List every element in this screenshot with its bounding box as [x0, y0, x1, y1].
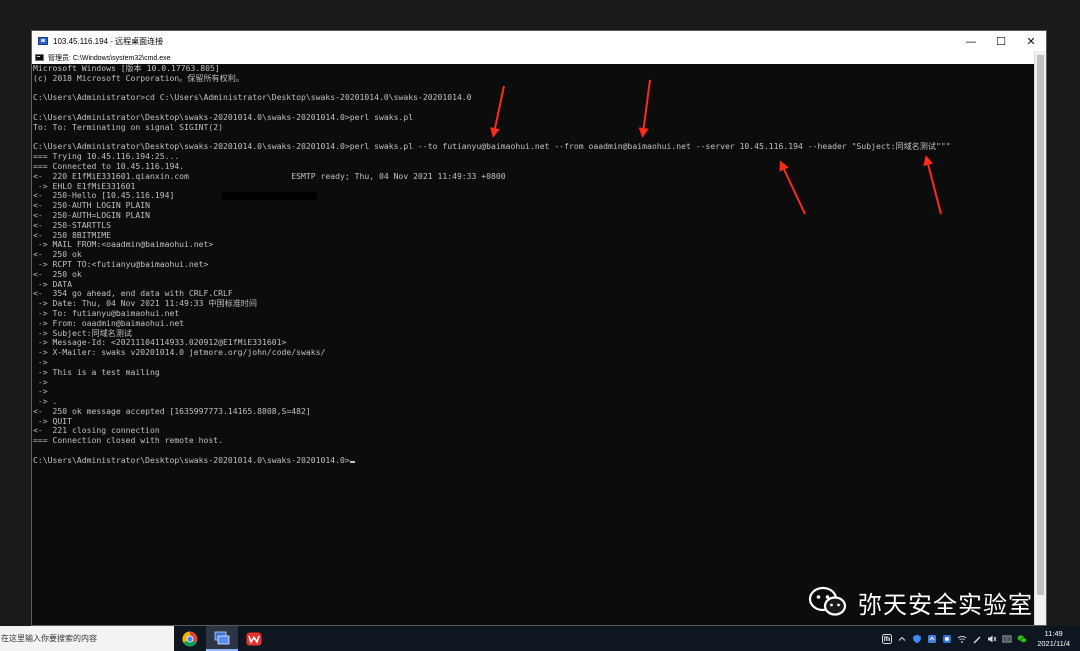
redaction-mark [221, 192, 318, 200]
watermark: 弥天安全实验室 [808, 582, 1033, 622]
rdp-window-title: 103.45.116.194 - 远程桌面连接 [53, 36, 164, 46]
remote-desktop-window: 103.45.116.194 - 远程桌面连接 — ☐ ✕ 管理员: C:\Wi… [31, 30, 1047, 626]
console-line: -> RCPT TO:<futianyu@baimaohui.net> [33, 258, 209, 269]
console-line: -> From: oaadmin@baimaohui.net [33, 317, 185, 328]
console-line: (c) 2018 Microsoft Corporation。保留所有权利。 [33, 72, 244, 83]
remote-desktop-icon [214, 631, 230, 644]
console-output[interactable]: Microsoft Windows [版本 10.0.17763.805] (c)… [33, 64, 1034, 625]
minimize-button[interactable]: — [956, 31, 986, 51]
console-line: -> Date: Thu, 04 Nov 2021 11:49:33 中国标准时… [33, 298, 257, 309]
cmd-window[interactable]: 管理员: C:\Windows\system32\cmd.exe Microso… [32, 51, 1034, 625]
taskbar-remote-desktop[interactable] [206, 626, 238, 651]
app-icon[interactable] [942, 634, 952, 644]
console-line: <- 250 ok [33, 268, 82, 279]
console-line: -> EHLO E1fMiE331601 [33, 180, 136, 191]
cmd-icon [35, 54, 44, 61]
console-line: <- 250-STARTTLS [33, 219, 111, 230]
wifi-icon[interactable] [957, 634, 967, 644]
console-line: <- 220 E1fMiE331601.qianxin.com ESMTP re… [33, 170, 506, 181]
taskbar-clock[interactable]: 11:49 2021/11/4 [1037, 629, 1070, 649]
chrome-icon [182, 631, 198, 647]
close-button[interactable]: ✕ [1016, 31, 1046, 51]
taskbar-wps[interactable] [238, 626, 270, 651]
taskbar: 在这里输入你要搜索的内容 11:49 2021/11/4 [0, 626, 1080, 651]
console-line: C:\Users\Administrator>cd C:\Users\Admin… [33, 92, 472, 103]
network-icon[interactable] [927, 634, 937, 644]
taskbar-chrome[interactable] [174, 626, 206, 651]
ink-icon[interactable] [972, 634, 982, 644]
volume-icon[interactable] [987, 634, 997, 644]
taskbar-search-placeholder: 在这里输入你要搜索的内容 [1, 634, 97, 643]
mi-icon[interactable] [881, 633, 892, 644]
console-line: -> [33, 386, 48, 397]
remote-desktop-icon [38, 37, 48, 45]
rdp-titlebar[interactable]: 103.45.116.194 - 远程桌面连接 — ☐ ✕ [32, 31, 1046, 51]
console-line: -> This is a test mailing [33, 366, 160, 377]
chevron-up-icon[interactable] [897, 634, 907, 644]
cmd-titlebar[interactable]: 管理员: C:\Windows\system32\cmd.exe [32, 51, 1034, 64]
console-line: <- 250-AUTH LOGIN PLAIN [33, 200, 150, 211]
console-line: -> [33, 356, 48, 367]
console-line: === Connection closed with remote host. [33, 435, 224, 446]
scrollbar-thumb[interactable] [1037, 55, 1044, 595]
rdp-scrollbar[interactable] [1034, 51, 1046, 625]
clock-date: 2021/11/4 [1037, 638, 1070, 648]
maximize-button[interactable]: ☐ [986, 31, 1016, 51]
console-line: -> X-Mailer: swaks v20201014.0 jetmore.o… [33, 347, 326, 358]
ime-icon[interactable] [1002, 634, 1012, 644]
wechat-icon[interactable] [1017, 634, 1027, 644]
watermark-text: 弥天安全实验室 [858, 590, 1033, 619]
console-line: <- 250 ok message accepted [1635997773.1… [33, 405, 311, 416]
console-line: C:\Users\Administrator\Desktop\swaks-202… [33, 455, 1034, 466]
console-line: <- 250-Hello [10.45.116.194] [33, 190, 175, 201]
clock-time: 11:49 [1044, 628, 1063, 638]
text-cursor [349, 460, 355, 463]
shield-icon[interactable] [912, 634, 922, 644]
console-line: <- 250-AUTH=LOGIN PLAIN [33, 209, 150, 220]
wps-icon [246, 632, 262, 645]
wechat-logo-icon [808, 586, 847, 616]
console-line: C:\Users\Administrator\Desktop\swaks-202… [33, 141, 951, 152]
cmd-window-title: 管理员: C:\Windows\system32\cmd.exe [48, 54, 171, 62]
console-line: To: To: Terminating on signal SIGINT(2) [33, 121, 224, 132]
taskbar-search-box[interactable]: 在这里输入你要搜索的内容 [0, 626, 174, 651]
system-tray: 11:49 2021/11/4 [879, 626, 1074, 651]
console-line: -> QUIT [33, 415, 72, 426]
console-line: -> [33, 376, 48, 387]
console-line: -> MAIL FROM:<oaadmin@baimaohui.net> [33, 239, 214, 250]
